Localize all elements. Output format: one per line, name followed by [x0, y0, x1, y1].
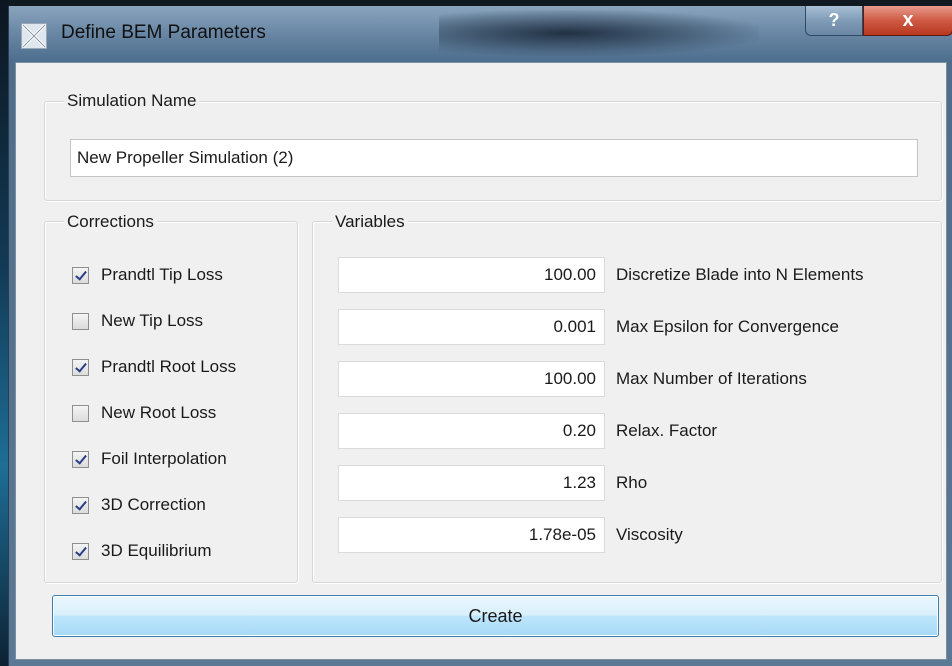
corrections-title: Corrections: [64, 212, 157, 232]
viscosity-label: Viscosity: [616, 525, 683, 544]
checkbox-label: Prandtl Tip Loss: [101, 265, 223, 284]
checkbox-prandtl-tip-loss[interactable]: Prandtl Tip Loss: [72, 260, 223, 290]
blade-elements-label: Discretize Blade into N Elements: [616, 265, 864, 284]
checkbox-label: New Tip Loss: [101, 311, 204, 330]
simulation-name-input[interactable]: [70, 139, 918, 177]
simulation-name-title: Simulation Name: [64, 91, 200, 111]
checkbox-unchecked-icon[interactable]: [72, 404, 89, 422]
checkbox-label: Prandtl Root Loss: [101, 357, 237, 376]
title-bar-background-blur: [439, 10, 759, 56]
help-button[interactable]: ?: [805, 6, 863, 36]
close-button[interactable]: x: [863, 6, 952, 36]
rho-label: Rho: [616, 473, 648, 492]
checkbox-checked-icon[interactable]: [72, 358, 89, 376]
app-icon: [21, 23, 47, 49]
checkbox-checked-icon[interactable]: [72, 266, 89, 284]
close-icon: x: [902, 9, 914, 31]
create-button-label: Create: [468, 606, 523, 626]
checkbox-new-tip-loss[interactable]: New Tip Loss: [72, 306, 203, 336]
checkbox-3d-correction[interactable]: 3D Correction: [72, 490, 206, 520]
checkbox-label: New Root Loss: [101, 403, 217, 422]
checkbox-unchecked-icon[interactable]: [72, 312, 89, 330]
checkbox-checked-icon[interactable]: [72, 496, 89, 514]
help-icon: ?: [828, 10, 840, 30]
checkbox-new-root-loss[interactable]: New Root Loss: [72, 398, 216, 428]
variables-title: Variables: [332, 212, 408, 232]
checkbox-prandtl-root-loss[interactable]: Prandtl Root Loss: [72, 352, 236, 382]
desktop-background-left: [0, 0, 8, 666]
checkbox-checked-icon[interactable]: [72, 450, 89, 468]
max-epsilon-label: Max Epsilon for Convergence: [616, 317, 840, 336]
title-bar[interactable]: Define BEM Parameters ? x: [9, 6, 952, 62]
max-epsilon-input[interactable]: [338, 309, 605, 345]
relax-factor-input[interactable]: [338, 413, 605, 449]
checkbox-label: 3D Equilibrium: [101, 541, 212, 560]
create-button[interactable]: Create: [52, 595, 939, 637]
checkbox-label: Foil Interpolation: [101, 449, 227, 468]
window-title: Define BEM Parameters: [61, 22, 266, 43]
viscosity-input[interactable]: [338, 517, 605, 553]
dialog-window: Define BEM Parameters ? x Simulation Nam…: [8, 6, 952, 666]
dialog-content: Simulation Name Corrections Prandtl Tip …: [15, 62, 947, 660]
relax-factor-label: Relax. Factor: [616, 421, 718, 440]
max-iterations-input[interactable]: [338, 361, 605, 397]
checkbox-foil-interpolation[interactable]: Foil Interpolation: [72, 444, 227, 474]
blade-elements-input[interactable]: [338, 257, 605, 293]
checkbox-label: 3D Correction: [101, 495, 206, 514]
checkbox-3d-equilibrium[interactable]: 3D Equilibrium: [72, 536, 212, 566]
rho-input[interactable]: [338, 465, 605, 501]
max-iterations-label: Max Number of Iterations: [616, 369, 807, 388]
checkbox-checked-icon[interactable]: [72, 542, 89, 560]
